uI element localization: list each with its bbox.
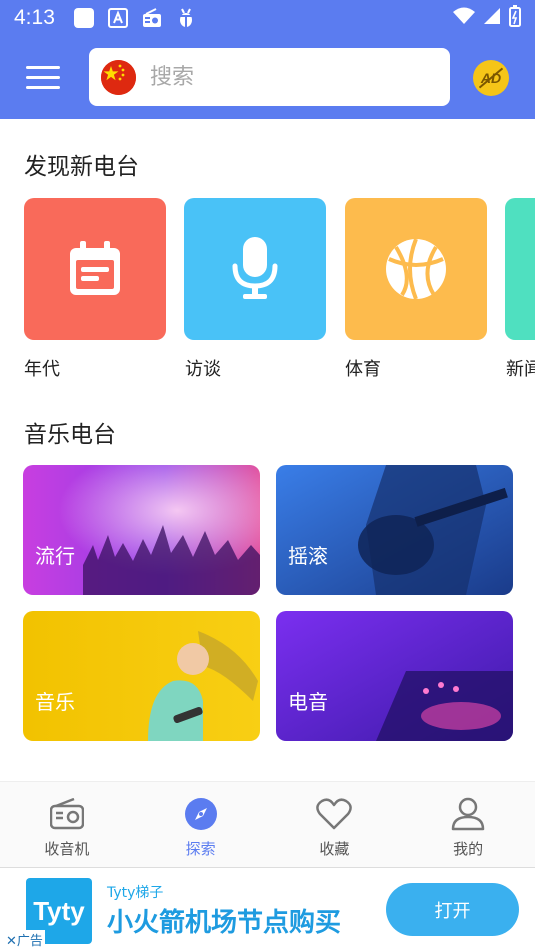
menu-button[interactable] — [26, 66, 60, 90]
music-card-pop-label: 流行 — [35, 544, 75, 568]
status-time: 4:13 — [14, 6, 55, 29]
category-tile-talk[interactable] — [184, 198, 326, 340]
electronic-dj-image — [276, 611, 513, 741]
music-card-music[interactable]: 音乐 — [23, 611, 260, 741]
music-title: 音乐电台 — [24, 422, 116, 448]
font-notification-icon — [107, 7, 129, 29]
nav-label-mine: 我的 — [453, 840, 484, 858]
nav-item-radio[interactable]: 收音机 — [0, 782, 134, 867]
remove-ads-button[interactable]: AD — [473, 60, 509, 96]
nav-item-explore[interactable]: 探索 — [134, 782, 268, 867]
heart-icon — [316, 796, 353, 832]
app-notification-icon — [73, 7, 95, 29]
nav-item-favorites[interactable]: 收藏 — [268, 782, 402, 867]
music-girl-image — [23, 611, 260, 741]
bug-notification-icon — [175, 7, 197, 29]
wifi-icon — [453, 6, 475, 30]
battery-icon — [509, 4, 521, 32]
search-input[interactable] — [150, 64, 350, 90]
ad-tag-label: 广告 — [16, 934, 43, 949]
rock-guitar-image — [276, 465, 513, 595]
search-box[interactable] — [89, 48, 450, 106]
category-label-news: 新闻 — [506, 359, 535, 380]
music-card-rock-label: 摇滚 — [288, 544, 328, 568]
category-label-talk: 访谈 — [185, 359, 221, 380]
music-card-rock[interactable]: 摇滚 — [276, 465, 513, 595]
pop-concert-image — [23, 465, 260, 595]
category-label-era: 年代 — [24, 359, 60, 380]
compass-icon — [183, 796, 219, 832]
person-icon — [450, 796, 486, 832]
calendar-icon — [70, 241, 120, 295]
category-tile-news[interactable] — [505, 198, 535, 340]
signal-icon — [483, 6, 501, 30]
music-card-music-label: 音乐 — [35, 690, 75, 714]
music-card-pop[interactable]: 流行 — [23, 465, 260, 595]
nav-label-radio: 收音机 — [44, 840, 90, 858]
app-bar: AD — [0, 36, 535, 119]
microphone-icon — [232, 237, 278, 299]
nav-label-explore: 探索 — [185, 840, 216, 858]
ad-banner[interactable]: Tyty Tyty梯子 小火箭机场节点购买 打开 ✕广告 — [0, 867, 535, 952]
radio-notification-icon — [141, 7, 163, 29]
main-content[interactable]: 发现新电台 年代 访谈 体育 新闻 音乐电台 流行 摇滚 音乐 电音 — [0, 119, 535, 781]
status-right — [453, 4, 521, 32]
category-tile-sports[interactable] — [345, 198, 487, 340]
nav-item-mine[interactable]: 我的 — [401, 782, 535, 867]
ad-title: 小火箭机场节点购买 — [107, 908, 342, 938]
ad-brand: Tyty梯子 — [107, 885, 164, 901]
ad-close-tag[interactable]: ✕广告 — [4, 930, 45, 949]
category-label-sports: 体育 — [345, 359, 381, 380]
music-card-electronic[interactable]: 电音 — [276, 611, 513, 741]
radio-icon — [49, 796, 85, 832]
discover-title: 发现新电台 — [24, 154, 139, 180]
close-icon[interactable]: ✕ — [6, 934, 17, 949]
nav-label-favorites: 收藏 — [319, 840, 350, 858]
bottom-nav: 收音机 探索 收藏 我的 — [0, 781, 535, 867]
music-card-electronic-label: 电音 — [288, 690, 328, 714]
menu-icon — [26, 66, 60, 69]
category-tile-era[interactable] — [24, 198, 166, 340]
basketball-icon — [386, 238, 446, 300]
china-flag-icon[interactable] — [101, 59, 136, 95]
status-bar: 4:13 — [0, 0, 535, 36]
ad-open-button[interactable]: 打开 — [386, 883, 519, 936]
